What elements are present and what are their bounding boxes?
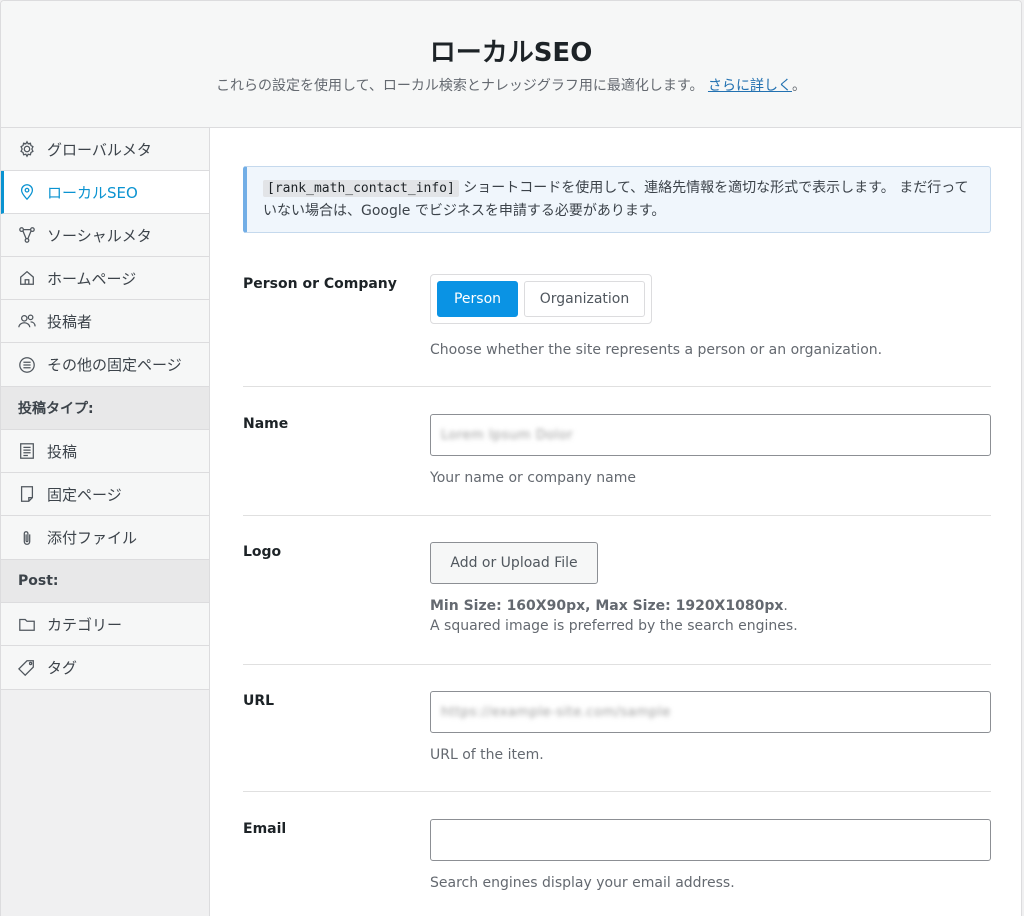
- sidebar-item-authors[interactable]: 投稿者: [1, 300, 209, 343]
- post-heading: Post:: [1, 560, 209, 603]
- url-value: https://example-site.com/sample: [441, 704, 671, 720]
- email-row: Email Search engines display your email …: [243, 819, 991, 909]
- document-icon: [17, 441, 37, 461]
- paperclip-icon: [17, 528, 37, 548]
- page-title: ローカルSEO: [429, 38, 593, 68]
- email-field-wrap: Search engines display your email addres…: [430, 819, 991, 893]
- info-notice: [rank_math_contact_info] ショートコードを使用して、連絡…: [243, 166, 991, 233]
- logo-label: Logo: [243, 544, 282, 560]
- learn-more-link[interactable]: さらに詳しく: [708, 78, 792, 94]
- page-icon: [17, 484, 37, 504]
- logo-size-text: Min Size: 160X90px, Max Size: 1920X1080p…: [430, 598, 784, 614]
- sidebar-item-label: ローカルSEO: [47, 183, 138, 202]
- main-content: [rank_math_contact_info] ショートコードを使用して、連絡…: [211, 128, 1021, 916]
- organization-button[interactable]: Organization: [524, 281, 645, 317]
- sidebar-item-homepage[interactable]: ホームページ: [1, 257, 209, 300]
- post-types-heading: 投稿タイプ:: [1, 387, 209, 430]
- sidebar-item-global-meta[interactable]: グローバルメタ: [1, 128, 209, 171]
- divider: [243, 664, 991, 665]
- email-desc: Search engines display your email addres…: [430, 875, 735, 891]
- divider: [243, 791, 991, 792]
- person-company-desc: Choose whether the site represents a per…: [430, 342, 883, 358]
- divider: [243, 515, 991, 516]
- logo-field-wrap: Add or Upload File Min Size: 160X90px, M…: [430, 542, 991, 636]
- sidebar-item-categories[interactable]: カテゴリー: [1, 603, 209, 646]
- sidebar-item-posts[interactable]: 投稿: [1, 430, 209, 473]
- name-field-wrap: Lorem Ipsum Dolor Your name or company n…: [430, 414, 991, 488]
- shortcode: [rank_math_contact_info]: [263, 180, 459, 197]
- sidebar-item-attachments[interactable]: 添付ファイル: [1, 516, 209, 559]
- sidebar-item-label: ホームページ: [47, 269, 137, 288]
- logo-size-suffix: .: [783, 598, 788, 614]
- sidebar-item-local-seo[interactable]: ローカルSEO: [1, 171, 209, 214]
- sidebar-item-label: グローバルメタ: [47, 140, 152, 159]
- page-subtitle: これらの設定を使用して、ローカル検索とナレッジグラフ用に最適化します。 さらに詳…: [1, 76, 1021, 96]
- sidebar-item-pages[interactable]: 固定ページ: [1, 473, 209, 516]
- email-label: Email: [243, 821, 287, 837]
- gear-icon: [17, 139, 37, 159]
- divider: [243, 386, 991, 387]
- post-nav: カテゴリー タグ: [1, 603, 209, 690]
- sidebar-item-label: その他の固定ページ: [47, 356, 182, 374]
- sidebar-item-tags[interactable]: タグ: [1, 646, 209, 689]
- email-input[interactable]: [430, 819, 991, 861]
- subtitle-text: これらの設定を使用して、ローカル検索とナレッジグラフ用に最適化します。: [216, 78, 704, 94]
- sidebar-item-other-pages[interactable]: その他の固定ページ: [1, 343, 209, 386]
- url-input[interactable]: https://example-site.com/sample: [430, 691, 991, 733]
- url-label: URL: [243, 693, 275, 709]
- person-company-label: Person or Company: [243, 276, 397, 292]
- logo-desc: A squared image is preferred by the sear…: [430, 618, 798, 634]
- location-pin-icon: [17, 182, 37, 202]
- sidebar-nav: グローバルメタ ローカルSEO ソーシャルメタ ホームページ 投稿者 その他の固…: [1, 128, 209, 387]
- settings-frame: ローカルSEO これらの設定を使用して、ローカル検索とナレッジグラフ用に最適化し…: [0, 0, 1022, 916]
- url-row: URL https://example-site.com/sample URL …: [243, 691, 991, 781]
- upload-file-button[interactable]: Add or Upload File: [430, 542, 598, 584]
- name-label: Name: [243, 416, 289, 432]
- person-button[interactable]: Person: [437, 281, 518, 317]
- name-input[interactable]: Lorem Ipsum Dolor: [430, 414, 991, 456]
- sidebar-item-label: 投稿: [47, 442, 78, 461]
- tag-icon: [17, 658, 37, 678]
- person-company-toggle: Person Organization: [430, 274, 652, 324]
- person-company-field: Person Organization Choose whether the s…: [430, 274, 991, 360]
- subtitle-suffix: 。: [791, 78, 806, 94]
- folder-icon: [17, 614, 37, 634]
- sidebar-item-label: 添付ファイル: [47, 529, 138, 547]
- post-types-nav: 投稿 固定ページ 添付ファイル: [1, 430, 209, 560]
- users-icon: [17, 311, 37, 331]
- list-circle-icon: [17, 355, 37, 375]
- sidebar-item-label: 固定ページ: [47, 485, 122, 504]
- sidebar-item-social-meta[interactable]: ソーシャルメタ: [1, 214, 209, 257]
- share-nodes-icon: [17, 225, 37, 245]
- url-field-wrap: https://example-site.com/sample URL of t…: [430, 691, 991, 765]
- logo-row: Logo Add or Upload File Min Size: 160X90…: [243, 542, 991, 652]
- sidebar: グローバルメタ ローカルSEO ソーシャルメタ ホームページ 投稿者 その他の固…: [1, 128, 210, 916]
- name-desc: Your name or company name: [430, 470, 636, 486]
- name-row: Name Lorem Ipsum Dolor Your name or comp…: [243, 414, 991, 504]
- person-company-row: Person or Company Person Organization Ch…: [243, 274, 991, 374]
- url-desc: URL of the item.: [430, 747, 544, 763]
- sidebar-item-label: タグ: [47, 659, 78, 677]
- page-header: ローカルSEO これらの設定を使用して、ローカル検索とナレッジグラフ用に最適化し…: [1, 1, 1021, 128]
- logo-size-note: Min Size: 160X90px, Max Size: 1920X1080p…: [430, 596, 991, 616]
- sidebar-item-label: ソーシャルメタ: [47, 226, 152, 245]
- home-icon: [17, 268, 37, 288]
- sidebar-item-label: カテゴリー: [47, 615, 123, 634]
- name-value: Lorem Ipsum Dolor: [441, 427, 574, 443]
- sidebar-item-label: 投稿者: [47, 312, 93, 331]
